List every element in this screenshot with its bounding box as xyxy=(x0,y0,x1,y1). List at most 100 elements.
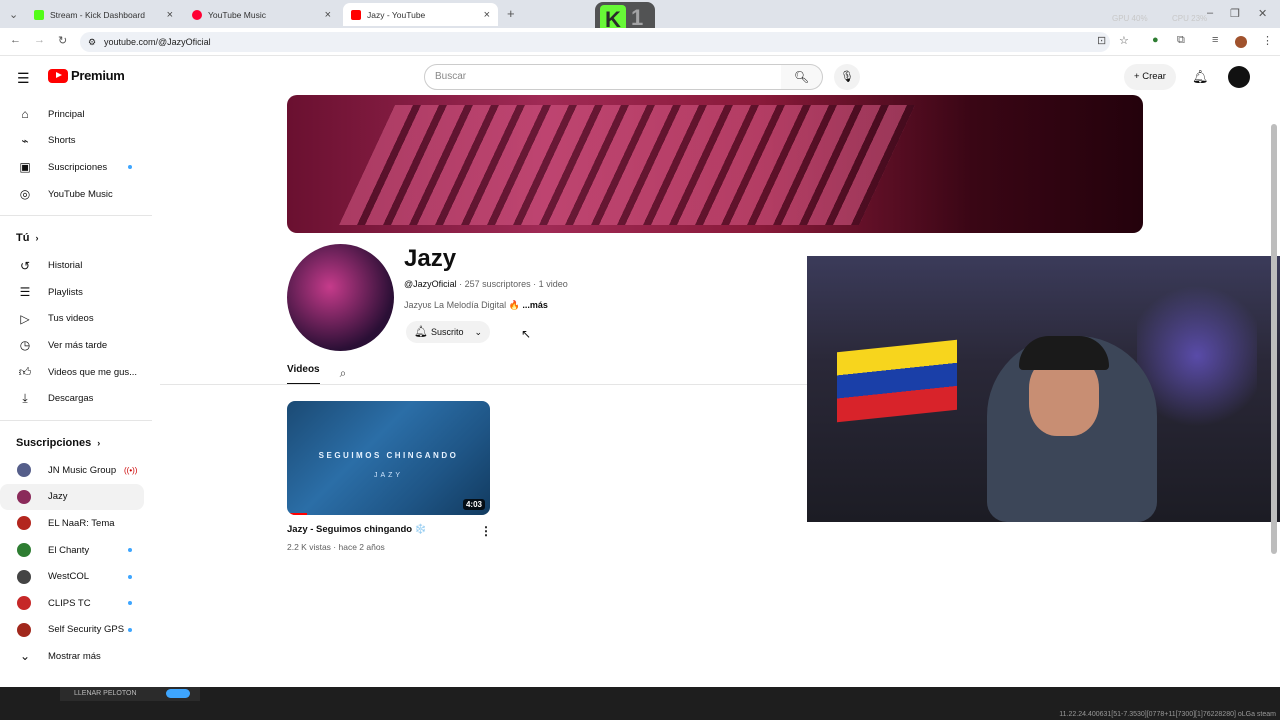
sidebar-item-historial[interactable]: ↺ Historial xyxy=(0,252,156,279)
sidebar-show-more[interactable]: ⌄ Mostrar más xyxy=(0,643,156,670)
tab-title: Jazy - YouTube xyxy=(367,9,426,20)
sidebar-item-label: Playlists xyxy=(48,286,83,298)
chevron-right-icon: › xyxy=(97,437,101,448)
chevron-down-icon: ⌄ xyxy=(19,649,31,664)
browser-menu-icon[interactable]: ⋮ xyxy=(1262,34,1273,47)
profile-avatar[interactable] xyxy=(1235,36,1247,48)
media-icon[interactable]: ≡ xyxy=(1212,34,1218,46)
subscribed-button[interactable]: 🔔︎ Suscrito ⌄ xyxy=(406,321,490,343)
new-tab-icon[interactable]: + xyxy=(507,6,515,21)
close-tab-icon[interactable]: × xyxy=(484,9,490,21)
video-meta: 2.2 K vistas · hace 2 años xyxy=(287,542,385,552)
chevron-right-icon: › xyxy=(35,233,39,244)
channel-avatar xyxy=(17,489,31,504)
channel-avatar xyxy=(17,543,31,558)
subscriptions-section-heading[interactable]: Suscripciones › xyxy=(0,429,156,457)
close-window-icon[interactable]: ✕ xyxy=(1258,7,1267,20)
channel-avatar-large[interactable] xyxy=(287,244,394,351)
browser-tab-youtube-music[interactable]: YouTube Music × xyxy=(184,3,339,26)
sidebar-item-tus-videos[interactable]: ▷ Tus videos xyxy=(0,306,156,333)
notifications-bell-icon[interactable]: 🔔︎ xyxy=(1192,69,1209,85)
maximize-icon[interactable]: ❐ xyxy=(1230,7,1240,20)
channel-stats: · 257 suscriptores · 1 video xyxy=(456,279,568,289)
sidebar-item-label: CLIPS TC xyxy=(48,597,91,609)
reload-icon[interactable]: ↻ xyxy=(58,34,67,47)
video-title[interactable]: Jazy - Seguimos chingando ❄️ xyxy=(287,524,427,535)
sidebar-sub-jazy[interactable]: Jazy xyxy=(0,483,144,511)
back-icon[interactable]: ← xyxy=(10,34,21,46)
webcam-overlay xyxy=(807,256,1280,522)
channel-avatar xyxy=(17,569,31,584)
video-duration: 4:03 xyxy=(462,499,485,510)
sidebar-sub-jn-music-group[interactable]: JN Music Group ((•)) xyxy=(0,457,156,484)
home-icon: ⌂ xyxy=(21,107,29,122)
sidebar-item-liked-videos[interactable]: 👍︎ Videos que me gus... xyxy=(0,359,156,386)
new-content-dot xyxy=(128,165,132,170)
close-tab-icon[interactable]: × xyxy=(167,9,173,21)
liked-icon: 👍︎ xyxy=(18,364,32,379)
toggle-switch[interactable] xyxy=(166,689,190,698)
sidebar-item-label: EL NaaR: Tema xyxy=(48,517,115,529)
sidebar-sub-self-security-gps[interactable]: Self Security GPS xyxy=(0,617,156,644)
url-field[interactable]: ⚙ youtube.com/@JazyOficial xyxy=(80,32,1110,52)
sidebar-sub-el-naar[interactable]: EL NaaR: Tema xyxy=(0,510,156,537)
sidebar-sub-westcol[interactable]: WestCOL xyxy=(0,563,156,590)
sidebar-item-descargas[interactable]: ⤓ Descargas xyxy=(0,385,156,412)
sidebar-item-suscripciones[interactable]: ▣ Suscripciones xyxy=(0,154,156,181)
install-icon[interactable]: ⊡ xyxy=(1097,34,1106,47)
taskbar-corner-text: 11.22.24.400631[51-7.3530][0778+11[7300]… xyxy=(1059,711,1276,718)
description-text: Jazyʋɛ La Melodía Digital 🔥 xyxy=(404,300,520,310)
channel-avatar xyxy=(17,516,31,531)
search-input[interactable]: Buscar xyxy=(424,64,782,90)
tab-search-chevron-icon[interactable]: ⌄ xyxy=(9,8,18,21)
search-button[interactable]: 🔍︎ xyxy=(781,64,823,90)
tab-videos[interactable]: Videos xyxy=(287,361,320,385)
browser-tab-kick[interactable]: Stream - Kick Dashboard × xyxy=(26,3,181,26)
sidebar-item-ver-mas-tarde[interactable]: ◷ Ver más tarde xyxy=(0,332,156,359)
channel-description[interactable]: Jazyʋɛ La Melodía Digital 🔥 ...más xyxy=(404,300,548,311)
video-more-icon[interactable]: ⋮ xyxy=(480,524,492,538)
close-tab-icon[interactable]: × xyxy=(325,9,331,21)
forward-icon[interactable]: → xyxy=(34,34,45,46)
page-scrollbar[interactable] xyxy=(1271,124,1277,554)
sidebar-item-label: Mostrar más xyxy=(48,650,101,662)
new-content-dot xyxy=(128,601,132,606)
channel-meta: @JazyOficial · 257 suscriptores · 1 vide… xyxy=(404,279,568,289)
watch-later-icon: ◷ xyxy=(19,338,31,353)
more-link[interactable]: ...más xyxy=(520,300,548,310)
site-info-icon[interactable]: ⚙ xyxy=(88,32,96,52)
minimize-icon[interactable]: – xyxy=(1207,7,1213,19)
voice-search-button[interactable]: 🎙︎ xyxy=(834,64,860,90)
mouse-cursor-icon: ↖ xyxy=(521,327,532,341)
sidebar-item-label: Self Security GPS xyxy=(48,624,125,636)
chevron-down-icon: ⌄ xyxy=(474,327,482,337)
channel-avatar xyxy=(17,622,31,637)
create-button[interactable]: + Crear xyxy=(1124,64,1176,90)
tab-title: YouTube Music xyxy=(208,9,266,20)
sidebar-item-shorts[interactable]: ⌁ Shorts xyxy=(0,128,156,155)
webcam-cap xyxy=(1019,336,1109,370)
browser-tab-jazy[interactable]: Jazy - YouTube × xyxy=(343,3,498,26)
extensions-puzzle-icon[interactable]: ⧉ xyxy=(1177,34,1185,47)
subscribed-label: Suscrito xyxy=(431,327,464,337)
channel-search-icon[interactable]: ⌕ xyxy=(340,366,347,381)
sidebar-item-playlists[interactable]: ☰ Playlists xyxy=(0,279,156,306)
sidebar-sub-clips-tc[interactable]: CLIPS TC xyxy=(0,590,156,617)
video-thumbnail[interactable]: SEGUIMOS CHINGANDO JAZY 4:03 xyxy=(287,401,490,515)
extension-icon[interactable]: ● xyxy=(1152,34,1159,46)
sidebar-sub-el-chanty[interactable]: El Chanty xyxy=(0,537,156,564)
youtube-page: ☰ Premium Buscar 🔍︎ 🎙︎ + Crear 🔔︎ ⌂ Princ… xyxy=(0,57,1280,687)
sidebar-item-youtube-music[interactable]: ◎ YouTube Music xyxy=(0,181,156,208)
thumbnail-artist-text: JAZY xyxy=(373,472,404,479)
you-section-heading[interactable]: Tú › xyxy=(0,224,156,252)
sidebar-item-principal[interactable]: ⌂ Principal xyxy=(0,101,156,128)
sidebar: ⌂ Principal ⌁ Shorts ▣ Suscripciones ◎ YouTu… xyxy=(0,101,156,670)
bookmark-star-icon[interactable]: ☆ xyxy=(1119,34,1129,47)
divider xyxy=(0,215,152,217)
banner-piano-image xyxy=(339,105,915,225)
youtube-premium-logo[interactable]: Premium xyxy=(48,68,125,83)
sidebar-item-label: WestCOL xyxy=(48,571,90,583)
menu-icon[interactable]: ☰ xyxy=(17,70,30,87)
account-avatar[interactable] xyxy=(1228,66,1250,88)
channel-banner xyxy=(287,95,1143,233)
